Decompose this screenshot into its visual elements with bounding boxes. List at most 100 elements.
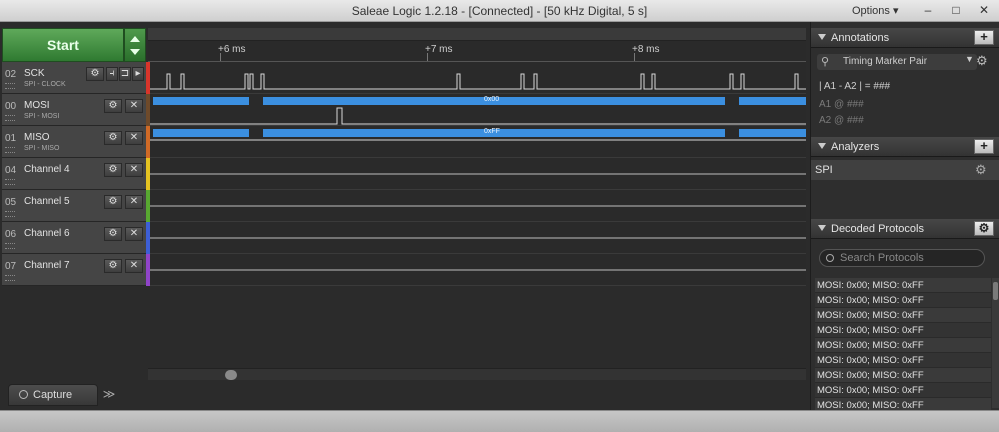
close-icon[interactable]: ✕ xyxy=(125,195,143,209)
decoded-row[interactable]: MOSI: 0x00; MISO: 0xFF xyxy=(815,338,991,353)
close-icon[interactable]: ✕ xyxy=(125,131,143,145)
channel-row[interactable]: 06 Channel 6 ⚙ ✕ xyxy=(2,222,148,254)
chevron-up-icon xyxy=(130,36,140,42)
marker-pair-label: Timing Marker Pair xyxy=(843,56,928,67)
gear-icon[interactable]: ⚙ xyxy=(975,162,987,178)
search-icon xyxy=(19,390,28,399)
waveform-channel-5[interactable] xyxy=(150,190,806,222)
start-button[interactable]: Start xyxy=(2,28,124,62)
channel-row[interactable]: 00 MOSI SPI - MOSI ⚙ ✕ xyxy=(2,94,148,126)
close-icon[interactable]: ✕ xyxy=(125,227,143,241)
expand-tabs-button[interactable]: ≫ xyxy=(100,384,118,406)
ruler-tick xyxy=(634,53,635,61)
drag-handle[interactable] xyxy=(5,115,15,121)
horizontal-scrollbar[interactable] xyxy=(148,368,806,380)
drag-handle[interactable] xyxy=(5,243,15,249)
channel-number: 05 xyxy=(5,197,17,208)
channel-number: 07 xyxy=(5,261,17,272)
channel-name[interactable]: MISO xyxy=(24,132,50,143)
decoded-row[interactable]: MOSI: 0x00; MISO: 0xFF xyxy=(815,293,991,308)
miso-bus-segment[interactable] xyxy=(739,129,806,137)
gear-icon[interactable]: ⚙ xyxy=(104,99,122,113)
analyzer-item[interactable]: SPI ⚙ xyxy=(811,160,999,180)
drag-handle[interactable] xyxy=(5,179,15,185)
scroll-thumb[interactable] xyxy=(225,370,237,380)
trigger-icon[interactable]: ⫞ xyxy=(106,67,118,81)
gear-icon[interactable]: ⚙ xyxy=(974,221,994,236)
mosi-bus-segment[interactable] xyxy=(153,97,249,105)
gear-icon[interactable]: ⚙ xyxy=(976,53,988,69)
scroll-thumb[interactable] xyxy=(993,282,998,300)
start-options-button[interactable] xyxy=(124,28,146,62)
collapse-icon xyxy=(818,225,826,231)
decoded-row[interactable]: MOSI: 0x00; MISO: 0xFF xyxy=(815,368,991,383)
capture-tab-label: Capture xyxy=(33,389,73,401)
channel-name[interactable]: MOSI xyxy=(24,100,50,111)
channel-row[interactable]: 05 Channel 5 ⚙ ✕ xyxy=(2,190,148,222)
marker-pair-selector[interactable]: ⚲ Timing Marker Pair ▼ xyxy=(817,54,977,70)
options-menu[interactable]: Options ▾ xyxy=(852,4,899,17)
analyzers-header[interactable]: Analyzers + xyxy=(811,137,999,157)
channel-row[interactable]: 01 MISO SPI - MISO ⚙ ✕ xyxy=(2,126,148,158)
close-icon[interactable]: ✕ xyxy=(125,259,143,273)
sck-signal xyxy=(150,73,806,90)
trigger-icon[interactable]: ▸ xyxy=(132,67,144,81)
channel-number: 06 xyxy=(5,229,17,240)
decoded-row[interactable]: MOSI: 0x00; MISO: 0xFF xyxy=(815,308,991,323)
drag-handle[interactable] xyxy=(5,83,15,89)
close-icon[interactable]: ✕ xyxy=(125,163,143,177)
mosi-bus-segment[interactable] xyxy=(739,97,806,105)
waveform-channel-7[interactable] xyxy=(150,254,806,286)
waveform-miso[interactable]: 0xFF xyxy=(150,126,806,158)
ruler-tick xyxy=(220,53,221,61)
time-ruler[interactable]: +6 ms +7 ms +8 ms xyxy=(148,41,806,62)
gear-icon[interactable]: ⚙ xyxy=(104,131,122,145)
gear-icon[interactable]: ⚙ xyxy=(104,195,122,209)
timeline-overview[interactable] xyxy=(148,28,806,41)
trigger-icon[interactable]: ⊐ xyxy=(119,67,131,81)
gear-icon[interactable]: ⚙ xyxy=(104,163,122,177)
channel-name[interactable]: Channel 4 xyxy=(24,164,70,175)
miso-bus-segment[interactable] xyxy=(153,129,249,137)
side-panel: Annotations + ⚲ Timing Marker Pair ▼ ⚙ |… xyxy=(810,22,999,413)
channel-name[interactable]: SCK xyxy=(24,68,45,79)
search-input[interactable]: Search Protocols xyxy=(819,249,985,267)
add-analyzer-button[interactable]: + xyxy=(974,139,994,154)
decoded-row[interactable]: MOSI: 0x00; MISO: 0xFF xyxy=(815,353,991,368)
decoded-protocols-header[interactable]: Decoded Protocols ⚙ xyxy=(811,219,999,239)
drag-handle[interactable] xyxy=(5,211,15,217)
channel-row[interactable]: 04 Channel 4 ⚙ ✕ xyxy=(2,158,148,190)
add-annotation-button[interactable]: + xyxy=(974,30,994,45)
waveform-mosi[interactable]: 0x00 xyxy=(150,94,806,126)
channel-row[interactable]: 07 Channel 7 ⚙ ✕ xyxy=(2,254,148,286)
decoded-scrollbar[interactable] xyxy=(992,278,999,408)
decoded-row[interactable]: MOSI: 0x00; MISO: 0xFF xyxy=(815,323,991,338)
waveform-channel-6[interactable] xyxy=(150,222,806,254)
capture-tab[interactable]: Capture xyxy=(8,384,98,406)
channel-name[interactable]: Channel 7 xyxy=(24,260,70,271)
gear-icon[interactable]: ⚙ xyxy=(104,227,122,241)
annotations-title: Annotations xyxy=(831,32,890,44)
ruler-label: +6 ms xyxy=(218,44,246,55)
close-window-button[interactable]: ✕ xyxy=(973,2,995,18)
channel-row[interactable]: 02 SCK SPI - CLOCK ⚙ ⫞ ⊐ ▸ xyxy=(2,62,148,94)
window-title: Saleae Logic 1.2.18 - [Connected] - [50 … xyxy=(351,4,648,18)
channel-name[interactable]: Channel 6 xyxy=(24,228,70,239)
gear-icon[interactable]: ⚙ xyxy=(86,67,104,81)
drag-handle[interactable] xyxy=(5,147,15,153)
ruler-label: +8 ms xyxy=(632,44,660,55)
waveform-sck[interactable] xyxy=(150,62,806,94)
drag-handle[interactable] xyxy=(5,275,15,281)
gear-icon[interactable]: ⚙ xyxy=(104,259,122,273)
waveform-channel-4[interactable] xyxy=(150,158,806,190)
close-icon[interactable]: ✕ xyxy=(125,99,143,113)
annotation-row: A2 @ ### xyxy=(819,115,864,126)
annotations-header[interactable]: Annotations + xyxy=(811,28,999,48)
pin-icon: ⚲ xyxy=(821,56,830,68)
channel-name[interactable]: Channel 5 xyxy=(24,196,70,207)
decoded-row[interactable]: MOSI: 0x00; MISO: 0xFF xyxy=(815,383,991,398)
analyzers-title: Analyzers xyxy=(831,141,880,153)
decoded-row[interactable]: MOSI: 0x00; MISO: 0xFF xyxy=(815,278,991,293)
minimize-button[interactable]: – xyxy=(917,2,939,18)
maximize-button[interactable]: □ xyxy=(945,2,967,18)
